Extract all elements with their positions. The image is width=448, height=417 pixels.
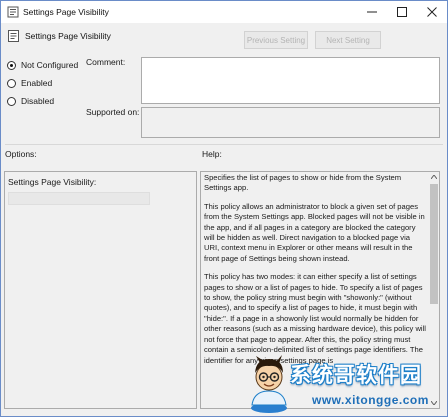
mascot-logo-icon xyxy=(251,355,287,413)
supported-on-box xyxy=(141,107,440,138)
policy-name: Settings Page Visibility xyxy=(25,31,111,41)
enabled-label: Enabled xyxy=(21,78,53,88)
comment-textbox[interactable] xyxy=(141,57,440,104)
policy-editor-window: Settings Page Visibility Settings Page V… xyxy=(0,0,448,417)
policy-settings-icon xyxy=(8,30,19,42)
settings-page-visibility-input[interactable] xyxy=(8,192,150,205)
supported-on-label: Supported on: xyxy=(86,107,140,117)
not-configured-label: Not Configured xyxy=(21,60,79,70)
radio-button-checked[interactable] xyxy=(7,60,16,70)
close-button[interactable] xyxy=(417,1,447,23)
help-heading: Help: xyxy=(202,149,222,159)
options-panel: Settings Page Visibility: xyxy=(4,171,197,409)
scrollbar-thumb[interactable] xyxy=(430,184,438,304)
watermark-title: 系统哥软件园 xyxy=(290,363,422,387)
maximize-button[interactable] xyxy=(387,1,417,23)
minimize-button[interactable] xyxy=(357,1,387,23)
scroll-up-button[interactable] xyxy=(429,172,439,182)
options-heading: Options: xyxy=(5,149,37,159)
previous-setting-button[interactable]: Previous Setting xyxy=(244,31,308,49)
help-paragraph: This policy has two modes: it can either… xyxy=(204,272,426,365)
not-configured-radio[interactable]: Not Configured xyxy=(7,59,78,71)
enabled-radio[interactable]: Enabled xyxy=(7,77,52,89)
disabled-label: Disabled xyxy=(21,96,55,106)
disabled-radio[interactable]: Disabled xyxy=(7,95,54,107)
window-title: Settings Page Visibility xyxy=(23,7,109,17)
help-paragraph: Specifies the list of pages to show or h… xyxy=(204,173,402,193)
policy-settings-icon xyxy=(7,6,19,18)
comment-label: Comment: xyxy=(86,57,126,67)
watermark: 系统哥软件园 www.xitongge.com xyxy=(246,353,448,417)
watermark-url: www.xitongge.com xyxy=(312,393,429,407)
help-paragraph: This policy allows an administrator to b… xyxy=(204,201,425,263)
title-bar[interactable]: Settings Page Visibility xyxy=(1,1,447,23)
divider xyxy=(5,144,443,145)
radio-button[interactable] xyxy=(7,96,16,106)
radio-button[interactable] xyxy=(7,78,16,88)
scroll-up-icon xyxy=(431,175,437,179)
close-icon xyxy=(427,7,437,17)
settings-page-visibility-label: Settings Page Visibility: xyxy=(8,177,97,187)
minimize-icon xyxy=(367,11,377,13)
help-text: Specifies the list of pages to show or h… xyxy=(204,173,426,374)
maximize-icon xyxy=(397,7,407,17)
next-setting-button[interactable]: Next Setting xyxy=(315,31,381,49)
